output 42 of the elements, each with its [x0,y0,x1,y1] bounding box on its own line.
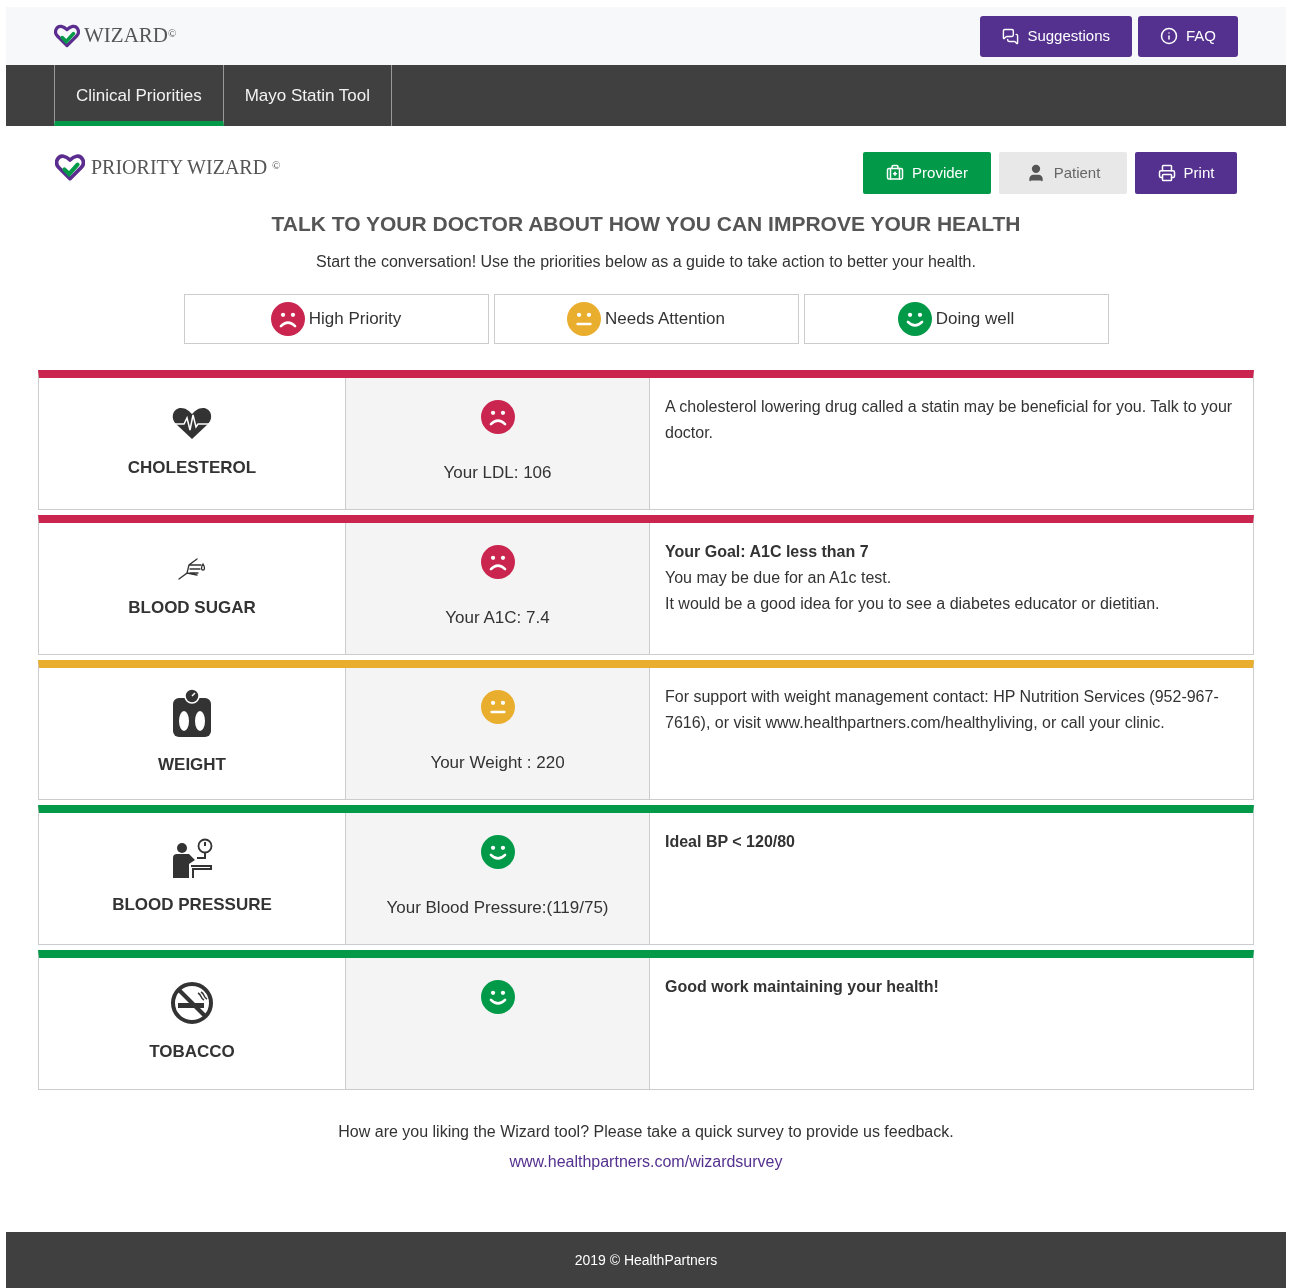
advice-text: You may be due for an A1c test. [665,567,893,588]
legend-label: High Priority [308,307,402,330]
header-button[interactable]: FAQ [1138,15,1238,57]
heart-pulse-icon [170,405,214,442]
category-label: BLOOD PRESSURE [112,894,272,917]
no-smoking-icon [170,981,214,1026]
brand-title: PRIORITY WIZARD $^{©}$ [91,155,281,180]
advice-text: A cholesterol lowering drug called a statin may be beneficial for you. Talk to your doctor. [665,396,1234,443]
survey-link[interactable]: www.healthpartners.com/wizardsurvey [509,1149,783,1174]
category-label: BLOOD SUGAR [128,597,256,620]
advice-text: Your Goal: A1C less than 7 [665,541,870,562]
view-toggle-button[interactable]: Provider [863,152,991,194]
reading-value: Your Weight : 220 [430,751,565,774]
info-icon [1160,27,1178,45]
medical-kit-icon [886,164,905,182]
page-heading: TALK TO YOUR DOCTOR ABOUT HOW YOU CAN IMPROVE YOUR HEALTH [270,211,1022,237]
view-toggle-button[interactable]: Patient [999,152,1127,194]
category-label: CHOLESTEROL [127,457,257,480]
header-button[interactable]: Suggestions [980,15,1132,57]
survey-text: How are you liking the Wizard tool? Please take a quick survey to provide us feedback. [337,1121,955,1142]
scale-feet-icon [172,688,212,739]
footer-text: 2019 © HealthPartners [574,1250,718,1270]
advice-text: Ideal BP < 120/80 [665,831,796,852]
reading-value: Your Blood Pressure:(119/75) [386,896,609,919]
reading-value: Your A1C: 7.4 [445,606,550,629]
nav-tab[interactable]: Clinical Priorities [54,65,224,126]
legend-label: Needs Attention [605,307,725,330]
advice-text: For support with weight management contact: HP Nutrition Services (952-967-7616), or visit www.healthpartners.com/healthyliving, or call your clinic. [665,686,1220,733]
reading-value: Your LDL: 106 [443,461,552,484]
advice-text: Good work maintaining your health! [665,976,940,997]
page-subheading: Start the conversation! Use the priorities below as a guide to take action to better your health. [315,251,977,272]
category-label: TOBACCO [149,1041,235,1064]
logo-text: WIZARD$^{©}$ [84,22,177,50]
chat-icon [1002,27,1020,45]
legend-label: Doing well [935,307,1015,330]
heart-check-logo-icon [55,152,85,182]
print-button[interactable]: Print [1135,152,1237,194]
category-label: WEIGHT [158,754,226,777]
nav-tab[interactable]: Mayo Statin Tool [223,65,392,126]
printer-icon [1157,164,1176,182]
heart-check-logo-icon [54,24,80,48]
advice-text: It would be a good idea for you to see a diabetes educator or dietitian. [665,593,1161,614]
